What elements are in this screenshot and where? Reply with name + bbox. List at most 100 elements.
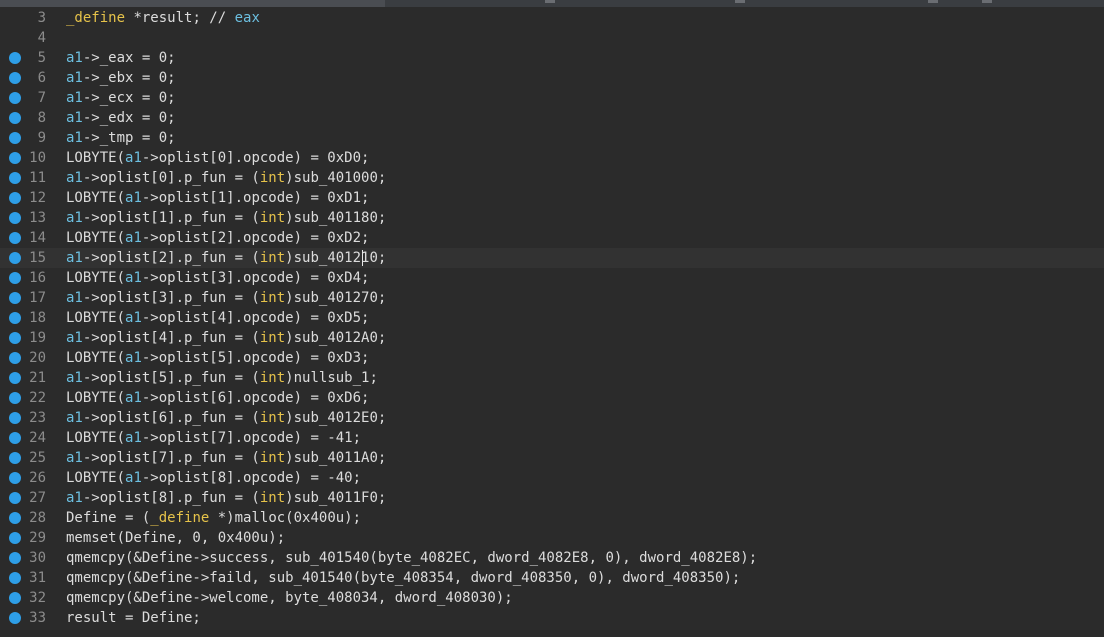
code-line[interactable]: 4: [0, 28, 1104, 48]
code-text[interactable]: _define *result; // eax: [66, 8, 260, 28]
code-text[interactable]: a1->oplist[5].p_fun = (int)nullsub_1;: [66, 368, 378, 388]
breakpoint-icon[interactable]: [9, 172, 21, 184]
breakpoint-icon[interactable]: [9, 492, 21, 504]
breakpoint-icon[interactable]: [9, 52, 21, 64]
code-text[interactable]: LOBYTE(a1->oplist[3].opcode) = 0xD4;: [66, 268, 369, 288]
code-line[interactable]: 24 LOBYTE(a1->oplist[7].opcode) = -41;: [0, 428, 1104, 448]
code-line[interactable]: 14 LOBYTE(a1->oplist[2].opcode) = 0xD2;: [0, 228, 1104, 248]
breakpoint-icon[interactable]: [9, 392, 21, 404]
code-text[interactable]: a1->_tmp = 0;: [66, 128, 176, 148]
code-line[interactable]: 9 a1->_tmp = 0;: [0, 128, 1104, 148]
pseudocode-editor[interactable]: 3 _define *result; // eax 4 5 a1->_eax = 0; 6…: [0, 8, 1104, 628]
breakpoint-icon[interactable]: [9, 552, 21, 564]
code-line[interactable]: 31 qmemcpy(&Define->faild, sub_401540(byt…: [0, 568, 1104, 588]
breakpoint-icon[interactable]: [9, 592, 21, 604]
code-text[interactable]: a1->oplist[6].p_fun = (int)sub_4012E0;: [66, 408, 386, 428]
breakpoint-icon[interactable]: [9, 412, 21, 424]
code-text[interactable]: a1->_ebx = 0;: [66, 68, 176, 88]
code-line[interactable]: 16 LOBYTE(a1->oplist[3].opcode) = 0xD4;: [0, 268, 1104, 288]
code-line[interactable]: 20 LOBYTE(a1->oplist[5].opcode) = 0xD3;: [0, 348, 1104, 368]
code-text[interactable]: a1->oplist[8].p_fun = (int)sub_4011F0;: [66, 488, 386, 508]
code-text[interactable]: a1->oplist[4].p_fun = (int)sub_4012A0;: [66, 328, 386, 348]
code-line[interactable]: 18 LOBYTE(a1->oplist[4].opcode) = 0xD5;: [0, 308, 1104, 328]
code-line[interactable]: 8 a1->_edx = 0;: [0, 108, 1104, 128]
code-text[interactable]: LOBYTE(a1->oplist[4].opcode) = 0xD5;: [66, 308, 369, 328]
tab-close-icon[interactable]: [928, 0, 938, 3]
line-number: 22: [29, 390, 46, 406]
breakpoint-icon[interactable]: [9, 612, 21, 624]
breakpoint-icon[interactable]: [9, 132, 21, 144]
code-line[interactable]: 19 a1->oplist[4].p_fun = (int)sub_4012A0;: [0, 328, 1104, 348]
code-text[interactable]: memset(Define, 0, 0x400u);: [66, 528, 285, 548]
code-text[interactable]: LOBYTE(a1->oplist[7].opcode) = -41;: [66, 428, 361, 448]
code-line[interactable]: 13 a1->oplist[1].p_fun = (int)sub_401180;: [0, 208, 1104, 228]
breakpoint-icon[interactable]: [9, 92, 21, 104]
breakpoint-icon[interactable]: [9, 252, 21, 264]
code-line[interactable]: 23 a1->oplist[6].p_fun = (int)sub_4012E0;: [0, 408, 1104, 428]
code-text[interactable]: a1->_eax = 0;: [66, 48, 176, 68]
code-text[interactable]: a1->oplist[3].p_fun = (int)sub_401270;: [66, 288, 386, 308]
code-text[interactable]: a1->oplist[2].p_fun = (int)sub_401210;: [66, 248, 386, 268]
breakpoint-icon[interactable]: [9, 432, 21, 444]
code-text[interactable]: a1->_edx = 0;: [66, 108, 176, 128]
code-line[interactable]: 3 _define *result; // eax: [0, 8, 1104, 28]
tab-close-icon[interactable]: [735, 0, 745, 3]
breakpoint-icon[interactable]: [9, 472, 21, 484]
code-text[interactable]: a1->oplist[7].p_fun = (int)sub_4011A0;: [66, 448, 386, 468]
tab-close-icon[interactable]: [545, 0, 555, 3]
code-line[interactable]: 6 a1->_ebx = 0;: [0, 68, 1104, 88]
code-line[interactable]: 11 a1->oplist[0].p_fun = (int)sub_401000;: [0, 168, 1104, 188]
code-line[interactable]: 21 a1->oplist[5].p_fun = (int)nullsub_1;: [0, 368, 1104, 388]
breakpoint-icon[interactable]: [9, 572, 21, 584]
breakpoint-icon[interactable]: [9, 452, 21, 464]
code-text[interactable]: qmemcpy(&Define->welcome, byte_408034, d…: [66, 588, 513, 608]
breakpoint-icon[interactable]: [9, 512, 21, 524]
code-text[interactable]: qmemcpy(&Define->success, sub_401540(byt…: [66, 548, 757, 568]
code-line[interactable]: 33 result = Define;: [0, 608, 1104, 628]
breakpoint-icon[interactable]: [9, 152, 21, 164]
code-line[interactable]: 5 a1->_eax = 0;: [0, 48, 1104, 68]
breakpoint-icon[interactable]: [9, 212, 21, 224]
code-line[interactable]: 15 a1->oplist[2].p_fun = (int)sub_401210;: [0, 248, 1104, 268]
code-text[interactable]: LOBYTE(a1->oplist[2].opcode) = 0xD2;: [66, 228, 369, 248]
code-text[interactable]: a1->oplist[1].p_fun = (int)sub_401180;: [66, 208, 386, 228]
line-number: 18: [29, 310, 46, 326]
breakpoint-icon[interactable]: [9, 532, 21, 544]
code-line[interactable]: 26 LOBYTE(a1->oplist[8].opcode) = -40;: [0, 468, 1104, 488]
code-line[interactable]: 17 a1->oplist[3].p_fun = (int)sub_401270;: [0, 288, 1104, 308]
code-line[interactable]: 10 LOBYTE(a1->oplist[0].opcode) = 0xD0;: [0, 148, 1104, 168]
breakpoint-icon[interactable]: [9, 312, 21, 324]
code-text[interactable]: LOBYTE(a1->oplist[6].opcode) = 0xD6;: [66, 388, 369, 408]
breakpoint-icon[interactable]: [9, 232, 21, 244]
code-line[interactable]: 29 memset(Define, 0, 0x400u);: [0, 528, 1104, 548]
breakpoint-icon[interactable]: [9, 332, 21, 344]
code-text[interactable]: result = Define;: [66, 608, 201, 628]
breakpoint-icon[interactable]: [9, 72, 21, 84]
code-text[interactable]: a1->_ecx = 0;: [66, 88, 176, 108]
code-line[interactable]: 32 qmemcpy(&Define->welcome, byte_408034,…: [0, 588, 1104, 608]
code-line[interactable]: 30 qmemcpy(&Define->success, sub_401540(b…: [0, 548, 1104, 568]
code-line[interactable]: 22 LOBYTE(a1->oplist[6].opcode) = 0xD6;: [0, 388, 1104, 408]
breakpoint-icon[interactable]: [9, 272, 21, 284]
code-line[interactable]: 28 Define = (_define *)malloc(0x400u);: [0, 508, 1104, 528]
line-number: 27: [29, 490, 46, 506]
tab-close-icon[interactable]: [982, 0, 992, 3]
breakpoint-icon[interactable]: [9, 372, 21, 384]
code-text[interactable]: LOBYTE(a1->oplist[5].opcode) = 0xD3;: [66, 348, 369, 368]
code-line[interactable]: 25 a1->oplist[7].p_fun = (int)sub_4011A0;: [0, 448, 1104, 468]
code-text[interactable]: LOBYTE(a1->oplist[1].opcode) = 0xD1;: [66, 188, 369, 208]
breakpoint-icon[interactable]: [9, 352, 21, 364]
code-line[interactable]: 12 LOBYTE(a1->oplist[1].opcode) = 0xD1;: [0, 188, 1104, 208]
code-line[interactable]: 7 a1->_ecx = 0;: [0, 88, 1104, 108]
code-text[interactable]: a1->oplist[0].p_fun = (int)sub_401000;: [66, 168, 386, 188]
code-text[interactable]: qmemcpy(&Define->faild, sub_401540(byte_…: [66, 568, 740, 588]
active-tab[interactable]: [0, 0, 385, 7]
code-text[interactable]: LOBYTE(a1->oplist[0].opcode) = 0xD0;: [66, 148, 369, 168]
breakpoint-icon[interactable]: [9, 292, 21, 304]
breakpoint-icon[interactable]: [9, 112, 21, 124]
breakpoint-icon[interactable]: [9, 192, 21, 204]
code-text[interactable]: Define = (_define *)malloc(0x400u);: [66, 508, 361, 528]
code-text[interactable]: LOBYTE(a1->oplist[8].opcode) = -40;: [66, 468, 361, 488]
tab-strip[interactable]: [0, 0, 1104, 7]
code-line[interactable]: 27 a1->oplist[8].p_fun = (int)sub_4011F0;: [0, 488, 1104, 508]
